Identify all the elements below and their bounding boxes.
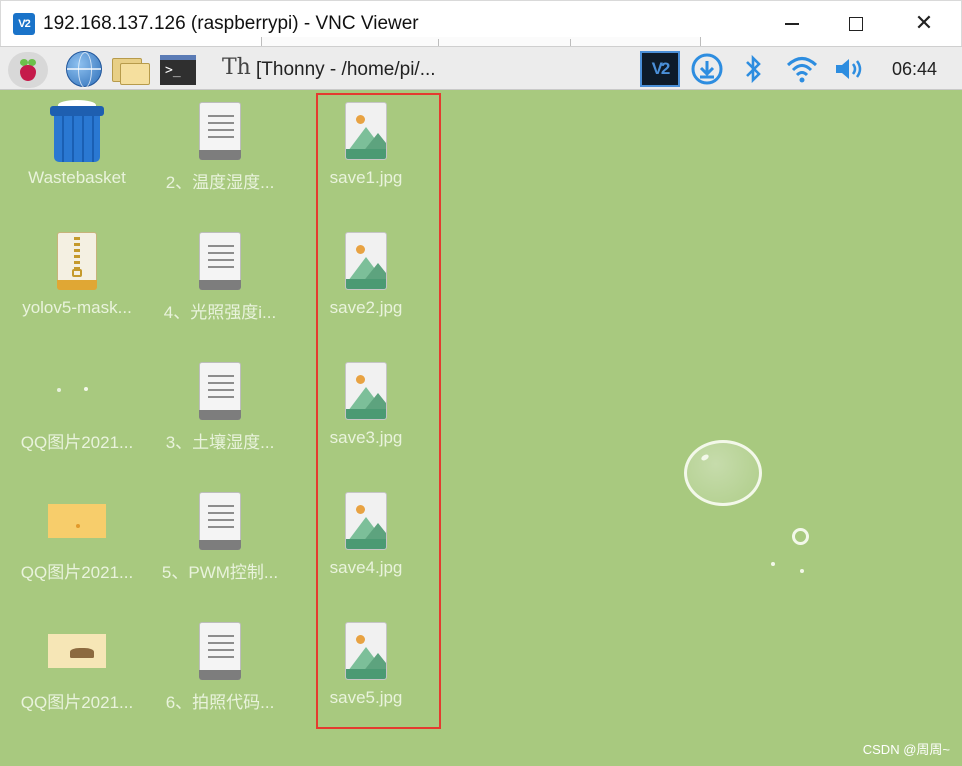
clock: 06:44 — [892, 59, 938, 79]
web-browser-icon[interactable] — [66, 51, 102, 88]
selection-highlight-box — [316, 93, 441, 729]
window-titlebar[interactable]: V2 192.168.137.126 (raspberrypi) - VNC V… — [0, 0, 962, 49]
maximize-button[interactable] — [833, 1, 879, 47]
desktop-icon-qq-image-1[interactable]: QQ图片2021... — [12, 354, 142, 474]
raspberry-menu-icon — [19, 59, 37, 81]
desktop-icon-label: QQ图片2021... — [20, 693, 134, 712]
folder-front — [120, 63, 150, 85]
vnc-server-tray-icon[interactable]: V2 — [640, 51, 680, 87]
desktop-icon-label: 3、土壤湿度... — [165, 433, 275, 452]
desktop-icon-qq-image-3[interactable]: QQ图片2021... — [12, 614, 142, 734]
desktop-icon-qq-image-2[interactable]: QQ图片2021... — [12, 484, 142, 604]
maximize-icon — [849, 17, 863, 31]
image-thumbnail-icon — [48, 492, 106, 538]
berry-body — [20, 65, 36, 81]
wallpaper-speck — [771, 562, 775, 566]
raspberry-menu-button[interactable] — [8, 52, 48, 88]
raspberry-pi-taskbar: >_ Th [Thonny - /home/pi/... V2 06:44 — [0, 46, 962, 90]
desktop-icon-doc-6[interactable]: 6、拍照代码... — [155, 614, 285, 734]
desktop-icon-label: Wastebasket — [28, 168, 126, 187]
desktop-icon-label: 4、光照强度i... — [163, 303, 277, 322]
minimize-button[interactable] — [769, 1, 815, 47]
desktop-icon-label: QQ图片2021... — [20, 563, 134, 582]
text-document-icon — [199, 362, 241, 420]
text-document-icon — [199, 232, 241, 290]
desktop-icon-doc-5[interactable]: 5、PWM控制... — [155, 484, 285, 604]
text-document-icon — [199, 622, 241, 680]
text-document-icon — [199, 102, 241, 160]
close-button[interactable]: ✕ — [901, 1, 947, 47]
close-icon: ✕ — [914, 11, 934, 36]
desktop-icon-wastebasket[interactable]: Wastebasket — [12, 94, 142, 214]
watermark: CSDN @周周~ — [862, 742, 950, 757]
desktop-icon-doc-2[interactable]: 2、温度湿度... — [155, 94, 285, 214]
wallpaper-speck — [84, 387, 88, 391]
zip-archive-icon — [57, 232, 97, 290]
wallpaper-bubble — [792, 528, 809, 545]
desktop-area[interactable]: Wastebasket yolov5-mask... QQ图片2021... Q… — [0, 90, 962, 766]
wastebasket-icon — [50, 100, 104, 162]
download-icon — [691, 53, 723, 85]
desktop-icon-yolov5-mask[interactable]: yolov5-mask... — [12, 224, 142, 344]
wifi-icon[interactable] — [784, 53, 820, 85]
desktop-icon-label: 6、拍照代码... — [165, 693, 275, 712]
thonny-icon[interactable]: Th — [222, 55, 251, 80]
updater-download-icon[interactable] — [690, 53, 724, 85]
desktop-icon-label: 5、PWM控制... — [161, 563, 279, 582]
volume-icon[interactable] — [832, 53, 868, 85]
wallpaper-speck — [800, 569, 804, 573]
image-thumbnail-icon — [48, 622, 106, 668]
minimize-icon — [785, 23, 799, 25]
bluetooth-icon[interactable] — [740, 53, 766, 85]
desktop-icon-label: yolov5-mask... — [22, 298, 132, 317]
desktop-icon-doc-3[interactable]: 3、土壤湿度... — [155, 354, 285, 474]
taskbar-window-button-thonny[interactable]: [Thonny - /home/pi/... — [256, 59, 436, 81]
desktop-icon-doc-4[interactable]: 4、光照强度i... — [155, 224, 285, 344]
window-title: 192.168.137.126 (raspberrypi) - VNC View… — [43, 13, 419, 34]
wallpaper-bubble — [684, 440, 762, 506]
vnc-viewer-logo-icon: V2 — [13, 13, 35, 35]
terminal-icon[interactable]: >_ — [160, 55, 196, 85]
file-manager-icon[interactable] — [112, 55, 150, 85]
text-document-icon — [199, 492, 241, 550]
desktop-icon-label: QQ图片2021... — [20, 433, 134, 452]
desktop-icon-label: 2、温度湿度... — [165, 173, 275, 192]
